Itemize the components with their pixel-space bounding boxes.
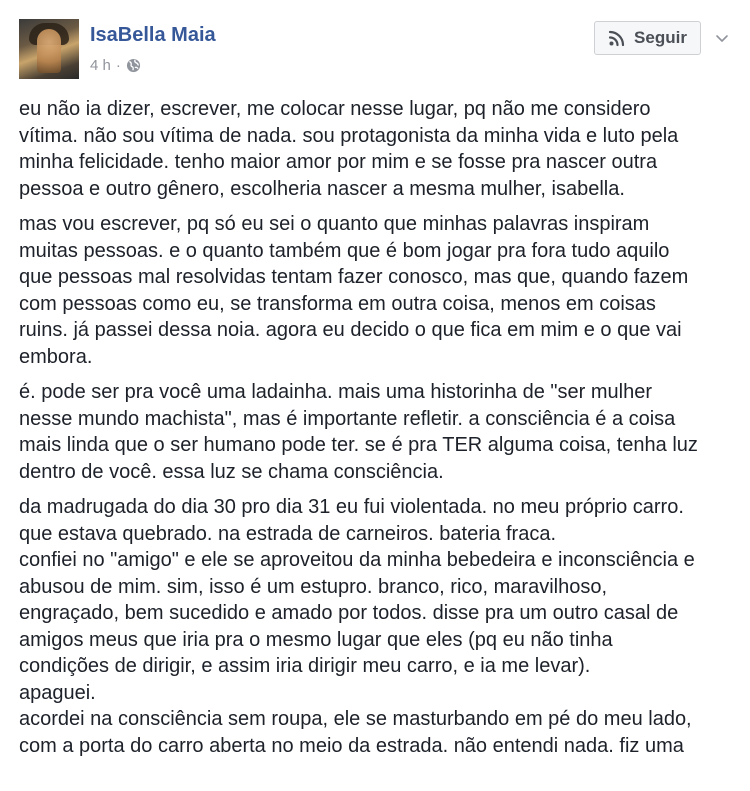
text-line: minha felicidade. tenho maior amor por m… (19, 151, 658, 173)
text-line: com pessoas como eu, se transforma em ou… (19, 292, 656, 315)
post-paragraph: eu não ia dizer, escrever, me colocar ne… (19, 96, 739, 202)
post-paragraph: da madrugada do dia 30 pro dia 31 eu fui… (19, 494, 739, 759)
avatar-figure (37, 29, 61, 73)
text-line: vítima. não sou vítima de nada. sou prot… (19, 124, 679, 147)
follow-button-label: Seguir (634, 28, 687, 47)
text-line: ruins. já passei dessa noia. agora eu de… (19, 319, 682, 341)
text-line: embora. (19, 345, 93, 368)
rss-icon (608, 30, 625, 47)
text-line: amigos meus que iria pra o mesmo lugar q… (19, 628, 613, 651)
follow-button[interactable]: Seguir (594, 21, 701, 55)
author-avatar[interactable] (19, 19, 79, 79)
chevron-down-icon[interactable] (712, 28, 732, 48)
globe-icon[interactable] (126, 58, 141, 73)
text-line: que pessoas mal resolvidas tentam fazer … (19, 266, 689, 288)
text-line: nesse mundo machista", mas é importante … (19, 407, 676, 430)
text-line: muitas pessoas. e o quanto também que é … (19, 239, 670, 262)
text-line: da madrugada do dia 30 pro dia 31 eu fui… (19, 496, 684, 518)
text-line: que estava quebrado. na estrada de carne… (19, 522, 557, 545)
text-line: é. pode ser pra você uma ladainha. mais … (19, 381, 652, 403)
text-line: dentro de você. essa luz se chama consci… (19, 460, 444, 483)
text-line: mas vou escrever, pq só eu sei o quanto … (19, 213, 650, 235)
post-timestamp[interactable]: 4 h (90, 57, 111, 74)
text-line: com a porta do carro aberta no meio da e… (19, 734, 684, 757)
facebook-post: IsaBella Maia 4 h · Seguir eu não ia diz… (0, 0, 750, 791)
text-line: pessoa e outro gênero, escolheria nascer… (19, 177, 625, 200)
post-paragraph: é. pode ser pra você uma ladainha. mais … (19, 379, 739, 485)
meta-separator: · (115, 57, 121, 74)
text-line: apaguei. (19, 681, 96, 704)
author-name-link[interactable]: IsaBella Maia (90, 24, 216, 47)
text-line: abusou de mim. sim, isso é um estupro. b… (19, 575, 608, 598)
text-line: engraçado, bem sucedido e amado por todo… (19, 602, 679, 624)
text-line: acordei na consciência sem roupa, ele se… (19, 708, 692, 730)
text-line: eu não ia dizer, escrever, me colocar ne… (19, 98, 651, 120)
post-meta: 4 h · (90, 57, 141, 74)
text-line: condições de dirigir, e assim iria dirig… (19, 655, 591, 677)
text-line: confiei no "amigo" e ele se aproveitou d… (19, 549, 695, 571)
post-paragraph: mas vou escrever, pq só eu sei o quanto … (19, 211, 739, 370)
post-body: eu não ia dizer, escrever, me colocar ne… (19, 96, 739, 768)
text-line: mais linda que o ser humano pode ter. se… (19, 434, 698, 456)
